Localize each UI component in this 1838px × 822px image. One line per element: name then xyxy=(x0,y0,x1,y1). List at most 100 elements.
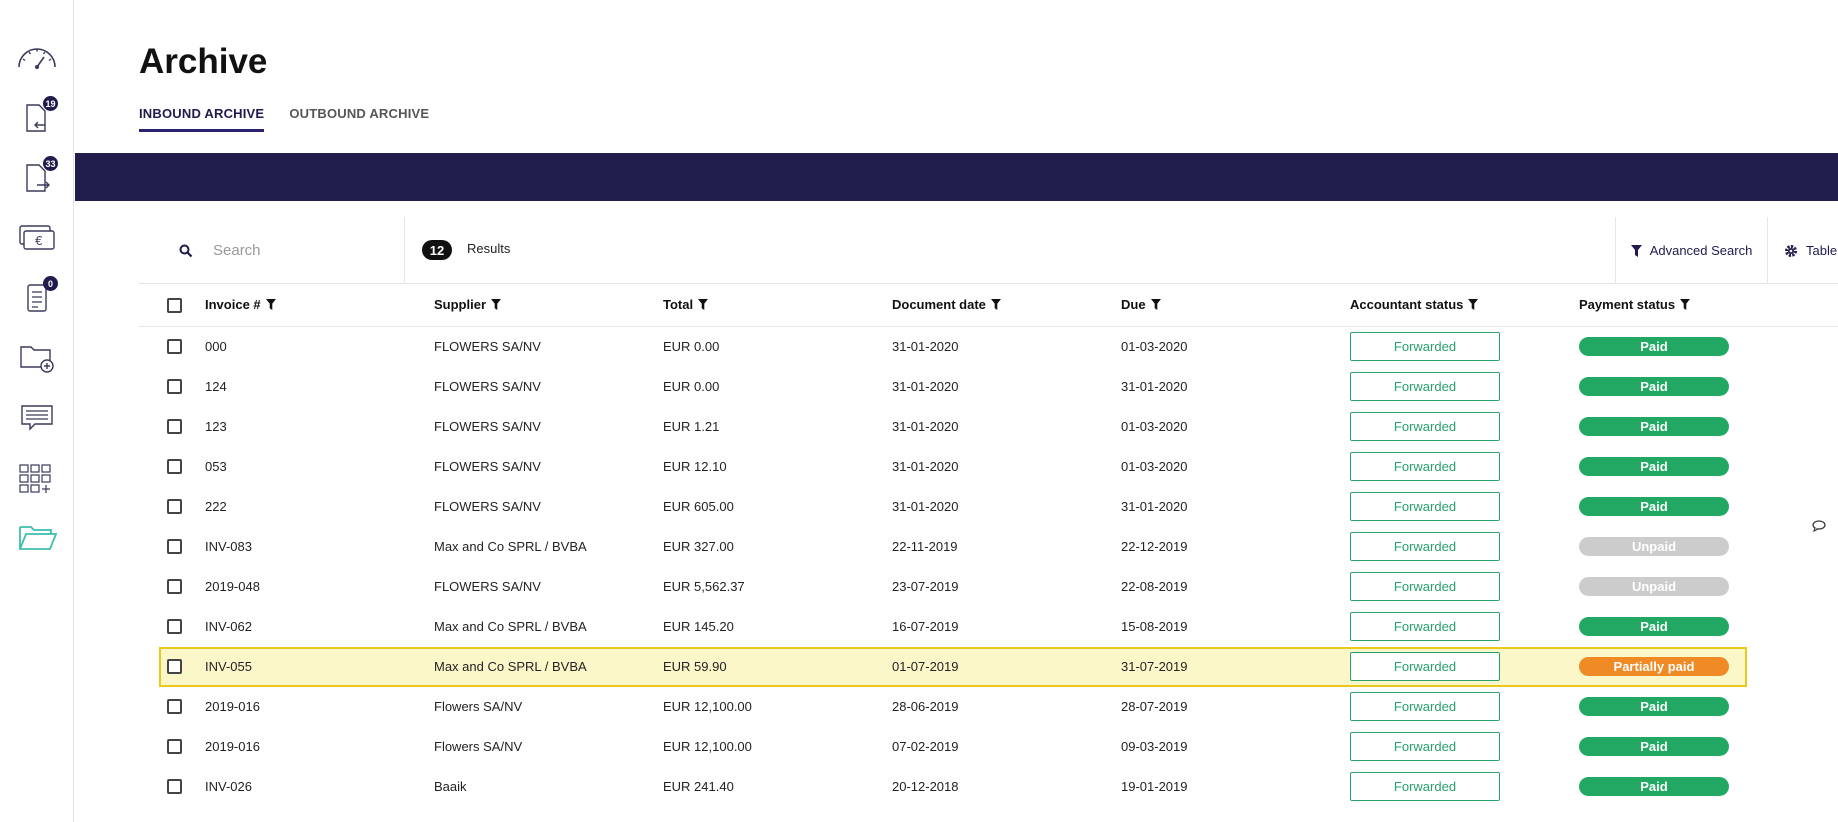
messages-icon xyxy=(21,405,53,431)
accountant-status-badge: Forwarded xyxy=(1350,652,1500,681)
col-due-header[interactable]: Due xyxy=(1121,297,1161,312)
result-count-badge: 12 xyxy=(422,240,452,260)
total-cell: EUR 59.90 xyxy=(663,659,727,674)
row-checkbox[interactable] xyxy=(167,379,182,394)
nav-archive[interactable] xyxy=(14,516,60,558)
tab-outbound-archive[interactable]: OUTBOUND ARCHIVE xyxy=(289,106,429,132)
total-cell: EUR 145.20 xyxy=(663,619,734,634)
table-row[interactable]: 2019-016 Flowers SA/NV EUR 12,100.00 28-06-… xyxy=(139,687,1838,727)
table-options-label: Table options xyxy=(1806,243,1838,258)
table-row[interactable]: 000 FLOWERS SA/NV EUR 0.00 31-01-2020 01-03-… xyxy=(139,327,1838,367)
advanced-search-button[interactable]: Advanced Search xyxy=(1615,217,1767,284)
filter-icon[interactable] xyxy=(990,299,1001,310)
col-total-header[interactable]: Total xyxy=(663,297,709,312)
filter-icon[interactable] xyxy=(698,299,709,310)
accountant-status-badge: Forwarded xyxy=(1350,692,1500,721)
payment-status-badge: Paid xyxy=(1579,697,1729,716)
row-checkbox[interactable] xyxy=(167,659,182,674)
table-row[interactable]: 053 FLOWERS SA/NV EUR 12.10 31-01-2020 01-03… xyxy=(139,447,1838,487)
row-checkbox[interactable] xyxy=(167,579,182,594)
tab-inbound-archive[interactable]: INBOUND ARCHIVE xyxy=(139,106,265,132)
table-row[interactable]: INV-062 Max and Co SPRL / BVBA EUR 145.20 1… xyxy=(139,607,1838,647)
nav-inbound[interactable]: 19 xyxy=(14,96,60,138)
col-accountant-status-header[interactable]: Accountant status xyxy=(1350,297,1479,312)
payments-icon: € xyxy=(19,225,55,250)
gear-icon xyxy=(1785,244,1797,257)
advanced-search-label: Advanced Search xyxy=(1649,243,1753,258)
svg-text:€: € xyxy=(35,234,43,248)
select-all-checkbox[interactable] xyxy=(167,298,182,313)
payment-status-badge: Paid xyxy=(1579,417,1729,436)
payment-status-badge: Paid xyxy=(1579,377,1729,396)
row-checkbox[interactable] xyxy=(167,339,182,354)
row-checkbox[interactable] xyxy=(167,539,182,554)
page-title: Archive xyxy=(139,42,268,81)
col-payment-status-header[interactable]: Payment status xyxy=(1579,297,1691,312)
row-checkbox[interactable] xyxy=(167,499,182,514)
payment-status-badge: Paid xyxy=(1579,617,1729,636)
results-label: Results xyxy=(467,241,511,256)
nav-outbound[interactable]: 33 xyxy=(14,156,60,198)
document-date-cell: 31-01-2020 xyxy=(892,419,959,434)
row-checkbox[interactable] xyxy=(167,419,182,434)
archive-table-card: 12 Results Advanced Search Table options… xyxy=(139,217,1838,822)
document-date-cell: 31-01-2020 xyxy=(892,379,959,394)
nav-payments[interactable]: € xyxy=(14,216,60,258)
due-date-cell: 31-01-2020 xyxy=(1121,379,1188,394)
row-checkbox[interactable] xyxy=(167,459,182,474)
row-checkbox[interactable] xyxy=(167,699,182,714)
filter-icon[interactable] xyxy=(265,299,276,310)
col-invoice-header[interactable]: Invoice # xyxy=(205,297,276,312)
accountant-status-badge: Forwarded xyxy=(1350,372,1500,401)
invoice-number-cell: 000 xyxy=(205,339,227,354)
filter-icon[interactable] xyxy=(1150,299,1161,310)
document-date-cell: 28-06-2019 xyxy=(892,699,959,714)
row-checkbox[interactable] xyxy=(167,619,182,634)
table-row[interactable]: 124 FLOWERS SA/NV EUR 0.00 31-01-2020 31-01-… xyxy=(139,367,1838,407)
table-row[interactable]: 222 FLOWERS SA/NV EUR 605.00 31-01-2020 31-0… xyxy=(139,487,1838,527)
comment-icon[interactable] xyxy=(1812,520,1826,532)
nav-messages[interactable] xyxy=(14,396,60,438)
col-supplier-header[interactable]: Supplier xyxy=(434,297,502,312)
accountant-status-badge: Forwarded xyxy=(1350,612,1500,641)
table-row[interactable]: 2019-016 Flowers SA/NV EUR 12,100.00 07-02-… xyxy=(139,727,1838,767)
nav-documents[interactable]: 0 xyxy=(14,276,60,318)
payment-status-badge: Paid xyxy=(1579,457,1729,476)
document-date-cell: 16-07-2019 xyxy=(892,619,959,634)
due-date-cell: 31-07-2019 xyxy=(1121,659,1188,674)
table-row[interactable]: INV-055 Max and Co SPRL / BVBA EUR 59.90 01… xyxy=(159,647,1747,687)
nav-folder-add[interactable] xyxy=(14,336,60,378)
table-row[interactable]: INV-026 Baaik EUR 241.40 20-12-2018 19-01-20… xyxy=(139,767,1838,807)
supplier-cell: Max and Co SPRL / BVBA xyxy=(434,619,587,634)
search-input[interactable] xyxy=(213,242,393,259)
row-checkbox[interactable] xyxy=(167,739,182,754)
due-date-cell: 09-03-2019 xyxy=(1121,739,1188,754)
col-document-date-header[interactable]: Document date xyxy=(892,297,1001,312)
invoice-number-cell: INV-026 xyxy=(205,779,252,794)
due-date-cell: 01-03-2020 xyxy=(1121,459,1188,474)
accountant-status-badge: Forwarded xyxy=(1350,492,1500,521)
nav-apps[interactable] xyxy=(14,456,60,498)
total-cell: EUR 0.00 xyxy=(663,379,720,394)
document-date-cell: 07-02-2019 xyxy=(892,739,959,754)
accountant-status-badge: Forwarded xyxy=(1350,332,1500,361)
table-options-button[interactable]: Table options xyxy=(1767,217,1838,284)
filter-icon[interactable] xyxy=(491,299,502,310)
supplier-cell: FLOWERS SA/NV xyxy=(434,339,541,354)
filter-icon[interactable] xyxy=(1680,299,1691,310)
row-checkbox[interactable] xyxy=(167,779,182,794)
accountant-status-badge: Forwarded xyxy=(1350,532,1500,561)
table-row[interactable]: INV-083 Max and Co SPRL / BVBA EUR 327.00 2… xyxy=(139,527,1838,567)
accountant-status-badge: Forwarded xyxy=(1350,412,1500,441)
due-date-cell: 01-03-2020 xyxy=(1121,339,1188,354)
payment-status-badge: Partially paid xyxy=(1579,657,1729,676)
header-banner xyxy=(75,153,1838,201)
table-row[interactable]: 2019-048 FLOWERS SA/NV EUR 5,562.37 23-07-2… xyxy=(139,567,1838,607)
invoice-number-cell: 2019-016 xyxy=(205,699,260,714)
supplier-cell: Max and Co SPRL / BVBA xyxy=(434,539,587,554)
table-toolbar: 12 Results Advanced Search Table options xyxy=(139,217,1838,284)
invoice-number-cell: 2019-016 xyxy=(205,739,260,754)
filter-icon[interactable] xyxy=(1468,299,1479,310)
nav-dashboard[interactable] xyxy=(14,36,60,78)
table-row[interactable]: 123 FLOWERS SA/NV EUR 1.21 31-01-2020 01-03-… xyxy=(139,407,1838,447)
